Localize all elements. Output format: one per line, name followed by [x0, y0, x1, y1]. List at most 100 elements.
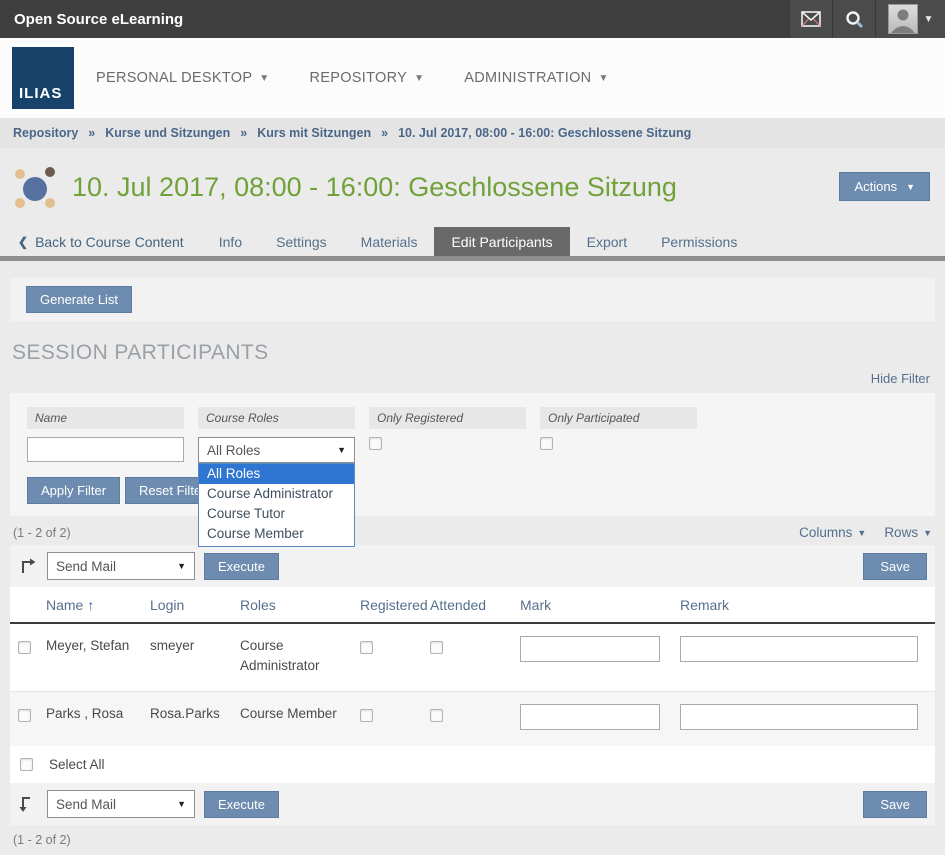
- mail-button[interactable]: [789, 0, 832, 38]
- actions-button[interactable]: Actions ▼: [839, 172, 930, 201]
- header: ILIAS PERSONAL DESKTOP▼ REPOSITORY▼ ADMI…: [0, 38, 945, 118]
- user-menu-button[interactable]: ▼: [875, 0, 945, 38]
- nav-personal-desktop[interactable]: PERSONAL DESKTOP▼: [96, 70, 270, 86]
- table-toolbar-bottom: Send Mail ▼ Execute Save: [10, 783, 935, 825]
- chevron-down-icon: ▼: [906, 182, 915, 192]
- chevron-down-icon: ▼: [177, 799, 186, 809]
- dropdown-option-all-roles[interactable]: All Roles: [199, 464, 354, 484]
- column-header-name[interactable]: Name↑: [46, 597, 150, 613]
- breadcrumb-item[interactable]: Repository: [13, 126, 78, 140]
- page-toolbar: Generate List: [10, 278, 935, 321]
- filter-label-name: Name: [27, 407, 184, 429]
- remark-input[interactable]: [680, 636, 918, 662]
- attended-checkbox[interactable]: [430, 709, 443, 722]
- apply-filter-button[interactable]: Apply Filter: [27, 477, 120, 504]
- apply-to-selection-up-icon: [18, 556, 38, 576]
- tab-permissions[interactable]: Permissions: [644, 227, 754, 256]
- only-participated-checkbox[interactable]: [540, 437, 553, 450]
- filter-field-course-roles: Course Roles All Roles ▼: [198, 407, 355, 463]
- cell-name: Meyer, Stefan: [46, 636, 150, 675]
- chevron-down-icon: ▼: [857, 528, 866, 538]
- cell-login: smeyer: [150, 636, 240, 675]
- registered-checkbox[interactable]: [360, 641, 373, 654]
- row-select-checkbox[interactable]: [18, 641, 31, 654]
- table-meta-row: (1 - 2 of 2) Columns▼ Rows▼: [0, 516, 945, 545]
- chevron-down-icon: ▼: [177, 561, 186, 571]
- save-button-bottom[interactable]: Save: [863, 791, 927, 818]
- main-navigation: PERSONAL DESKTOP▼ REPOSITORY▼ ADMINISTRA…: [96, 70, 609, 86]
- rows-dropdown-link[interactable]: Rows▼: [884, 525, 932, 540]
- attended-checkbox[interactable]: [430, 641, 443, 654]
- breadcrumb-item[interactable]: Kurse und Sitzungen: [105, 126, 230, 140]
- tab-settings[interactable]: Settings: [259, 227, 344, 256]
- breadcrumb-separator: »: [88, 126, 95, 140]
- breadcrumb-item[interactable]: Kurs mit Sitzungen: [257, 126, 371, 140]
- column-header-login[interactable]: Login: [150, 597, 240, 613]
- topbar: Open Source eLearning ▼: [0, 0, 945, 38]
- filter-label-only-participated: Only Participated: [540, 407, 697, 429]
- filter-field-only-registered: Only Registered: [369, 407, 526, 463]
- avatar: [888, 4, 918, 34]
- save-button-top[interactable]: Save: [863, 553, 927, 580]
- table-row: Parks , Rosa Rosa.Parks Course Member: [10, 691, 935, 746]
- chevron-down-icon: ▼: [923, 528, 932, 538]
- nav-administration[interactable]: ADMINISTRATION▼: [464, 70, 608, 86]
- row-select-checkbox[interactable]: [18, 709, 31, 722]
- section-title: SESSION PARTICIPANTS: [12, 341, 933, 365]
- action-select-top[interactable]: Send Mail ▼: [47, 552, 195, 580]
- mail-icon: [801, 11, 821, 27]
- tab-underline: [0, 256, 945, 261]
- cell-roles: Course Member: [240, 704, 360, 730]
- back-to-course-content-link[interactable]: ❮ Back to Course Content: [14, 227, 188, 256]
- table-header-row: Name↑ Login Roles Registered Attended Ma…: [10, 587, 935, 624]
- ilias-logo[interactable]: ILIAS: [12, 47, 74, 109]
- mark-input[interactable]: [520, 636, 660, 662]
- session-icon: [12, 163, 60, 211]
- filter-fields: Name Course Roles All Roles ▼ Only Regis…: [27, 407, 918, 463]
- execute-button-top[interactable]: Execute: [204, 553, 279, 580]
- column-header-attended: Attended: [430, 597, 520, 613]
- column-header-mark: Mark: [520, 597, 680, 613]
- filter-label-only-registered: Only Registered: [369, 407, 526, 429]
- tab-materials[interactable]: Materials: [344, 227, 435, 256]
- mark-input[interactable]: [520, 704, 660, 730]
- dropdown-option-course-administrator[interactable]: Course Administrator: [199, 484, 354, 504]
- filter-label-course-roles: Course Roles: [198, 407, 355, 429]
- dropdown-option-course-tutor[interactable]: Course Tutor: [199, 504, 354, 524]
- result-range: (1 - 2 of 2): [13, 526, 71, 540]
- breadcrumb-item[interactable]: 10. Jul 2017, 08:00 - 16:00: Geschlossen…: [398, 126, 691, 140]
- only-registered-checkbox[interactable]: [369, 437, 382, 450]
- apply-to-selection-down-icon: [18, 794, 38, 814]
- select-all-label: Select All: [49, 757, 105, 772]
- column-header-roles[interactable]: Roles: [240, 597, 360, 613]
- registered-checkbox[interactable]: [360, 709, 373, 722]
- course-roles-select[interactable]: All Roles ▼: [198, 437, 355, 463]
- select-all-row: Select All: [10, 746, 935, 783]
- name-filter-input[interactable]: [27, 437, 184, 462]
- column-header-registered: Registered: [360, 597, 430, 613]
- hide-filter-link[interactable]: Hide Filter: [871, 371, 930, 386]
- filter-field-name: Name: [27, 407, 184, 463]
- execute-button-bottom[interactable]: Execute: [204, 791, 279, 818]
- table-row: Meyer, Stefan smeyer Course Administrato…: [10, 624, 935, 691]
- generate-list-button[interactable]: Generate List: [26, 286, 132, 313]
- chevron-down-icon: ▼: [598, 73, 608, 84]
- select-all-checkbox[interactable]: [20, 758, 33, 771]
- nav-repository[interactable]: REPOSITORY▼: [310, 70, 425, 86]
- tab-info[interactable]: Info: [202, 227, 259, 256]
- tab-export[interactable]: Export: [570, 227, 644, 256]
- result-range-bottom: (1 - 2 of 2): [0, 825, 945, 855]
- remark-input[interactable]: [680, 704, 918, 730]
- search-icon: [845, 10, 864, 29]
- chevron-down-icon: ▼: [414, 73, 424, 84]
- tab-edit-participants[interactable]: Edit Participants: [434, 227, 569, 256]
- tab-bar: ❮ Back to Course Content Info Settings M…: [0, 227, 945, 256]
- action-select-bottom[interactable]: Send Mail ▼: [47, 790, 195, 818]
- dropdown-option-course-member[interactable]: Course Member: [199, 524, 354, 544]
- title-bar: 10. Jul 2017, 08:00 - 16:00: Geschlossen…: [0, 148, 945, 227]
- columns-dropdown-link[interactable]: Columns▼: [799, 525, 866, 540]
- breadcrumb-separator: »: [381, 126, 388, 140]
- app-title: Open Source eLearning: [14, 11, 183, 28]
- search-button[interactable]: [832, 0, 875, 38]
- filter-buttons: Apply Filter Reset Filter: [27, 477, 918, 504]
